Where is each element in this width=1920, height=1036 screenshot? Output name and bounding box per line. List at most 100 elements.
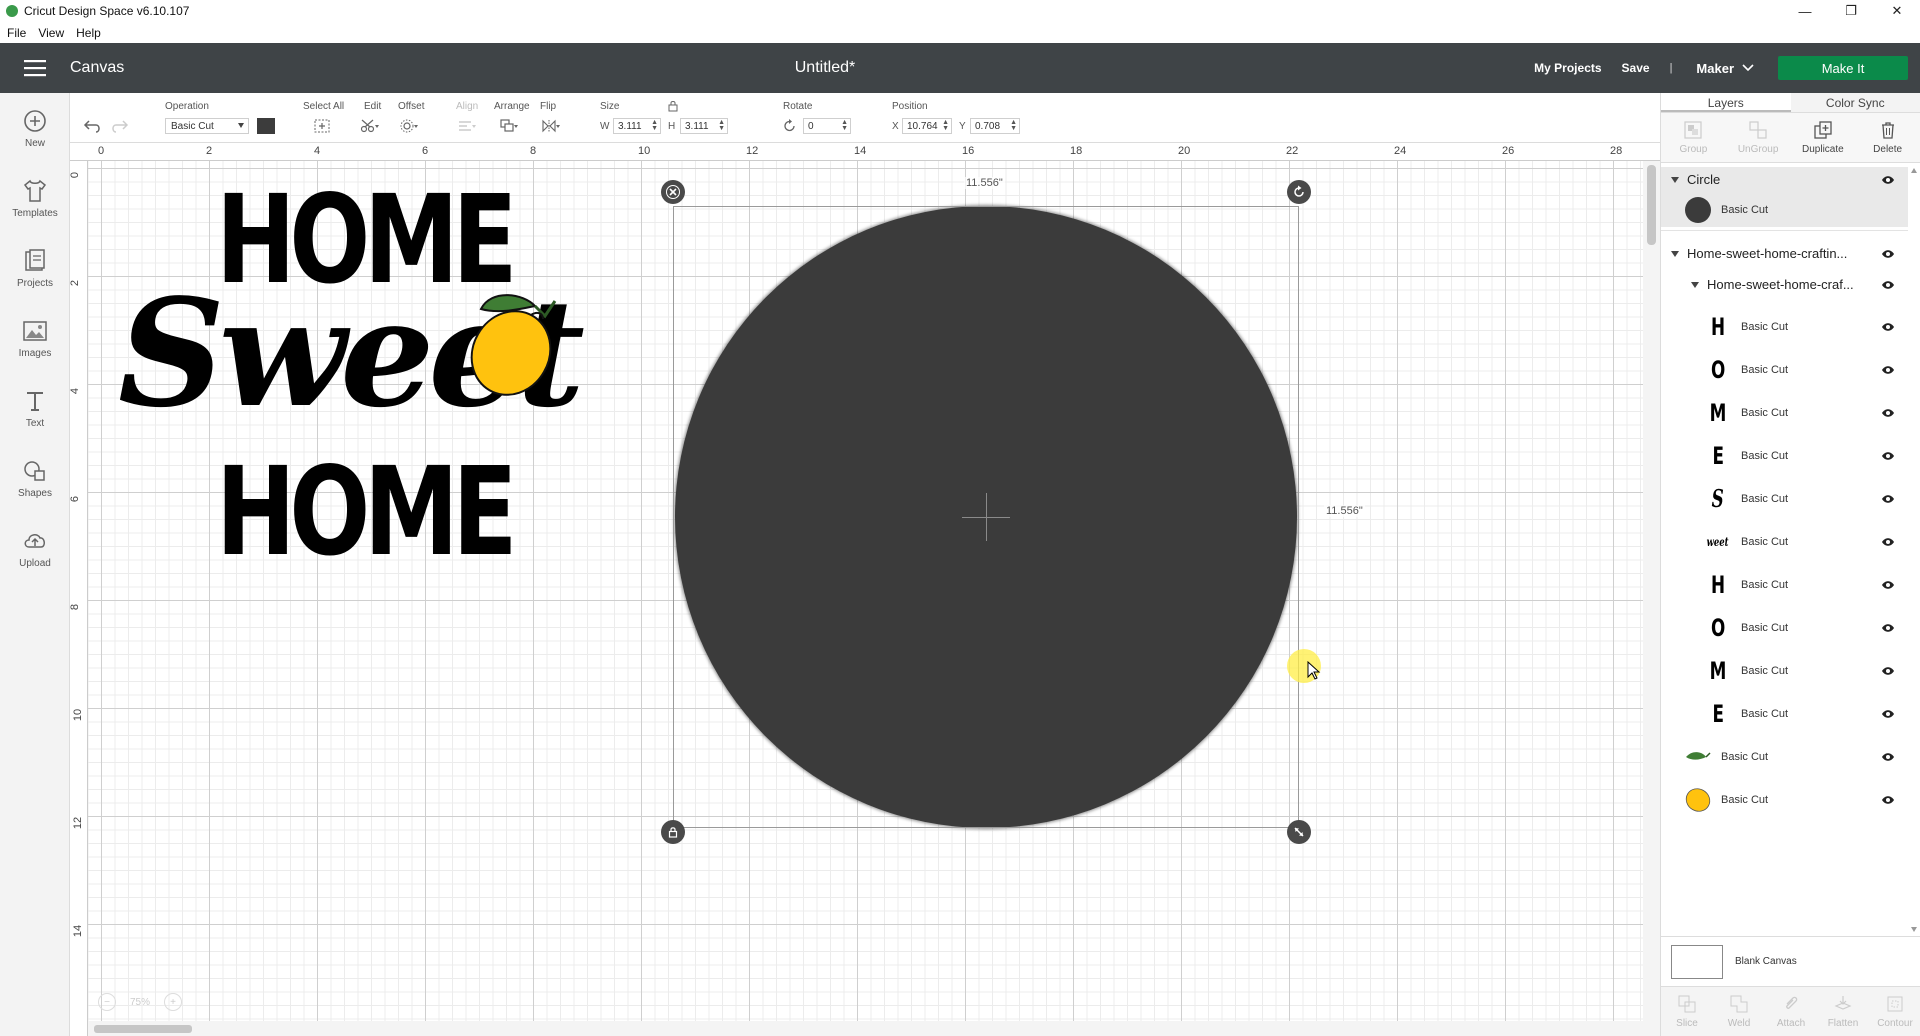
arrange-button[interactable] bbox=[498, 118, 520, 134]
rotate-input[interactable]: 0 ▲ ▼ bbox=[803, 118, 851, 134]
lock-proportions-handle[interactable] bbox=[661, 820, 685, 844]
layer-item-letter[interactable]: H Basic Cut bbox=[1661, 567, 1908, 602]
app-header: Canvas Untitled* My Projects Save | Make… bbox=[0, 43, 1920, 93]
chevron-down-icon bbox=[1742, 64, 1754, 72]
layer-item-letter[interactable]: O Basic Cut bbox=[1661, 352, 1908, 387]
minimize-button[interactable]: — bbox=[1782, 0, 1828, 22]
maximize-button[interactable]: ❐ bbox=[1828, 0, 1874, 22]
layer-group-circle[interactable]: Circle bbox=[1661, 167, 1908, 192]
caret-down-icon[interactable] bbox=[1691, 281, 1699, 288]
resize-handle[interactable] bbox=[1287, 820, 1311, 844]
duplicate-button[interactable]: Duplicate bbox=[1791, 113, 1856, 162]
caret-down-icon[interactable] bbox=[1671, 250, 1679, 257]
layer-operation: Basic Cut bbox=[1721, 793, 1769, 806]
plus-circle-icon bbox=[24, 110, 46, 132]
menu-view[interactable]: View bbox=[38, 26, 64, 40]
layer-item-leaf[interactable]: Basic Cut bbox=[1661, 739, 1908, 774]
ruler-tick-label: 6 bbox=[422, 145, 429, 157]
layer-item-letter[interactable]: O Basic Cut bbox=[1661, 610, 1908, 645]
rail-images[interactable]: Images bbox=[0, 303, 70, 373]
lemon-icon bbox=[1685, 787, 1711, 812]
rotate-handle[interactable] bbox=[1287, 180, 1311, 204]
rail-projects[interactable]: Projects bbox=[0, 233, 70, 303]
layer-subgroup-home-sweet-home[interactable]: Home-sweet-home-craf... bbox=[1661, 272, 1908, 297]
attach-button: Attach bbox=[1765, 987, 1817, 1036]
eye-icon[interactable] bbox=[1881, 365, 1895, 375]
layer-item-letter[interactable]: S Basic Cut bbox=[1661, 481, 1908, 516]
my-projects-link[interactable]: My Projects bbox=[1534, 61, 1601, 75]
scroll-thumb[interactable] bbox=[94, 1025, 192, 1033]
caret-down-icon[interactable] bbox=[1671, 176, 1679, 183]
operation-color-swatch[interactable] bbox=[257, 118, 275, 134]
delete-button[interactable]: Delete bbox=[1855, 113, 1920, 162]
layers-scrollbar[interactable] bbox=[1908, 164, 1920, 936]
eye-icon[interactable] bbox=[1881, 408, 1895, 418]
design-canvas[interactable]: HOME Sweet HOME 11.556" 11.556" − 75% + bbox=[88, 161, 1643, 1021]
eye-icon[interactable] bbox=[1881, 494, 1895, 504]
lock-icon[interactable] bbox=[667, 100, 679, 112]
edit-button[interactable] bbox=[358, 118, 380, 134]
close-window-button[interactable]: ✕ bbox=[1874, 0, 1920, 22]
layer-operation: Basic Cut bbox=[1741, 664, 1789, 677]
eye-icon[interactable] bbox=[1881, 666, 1895, 676]
make-it-button[interactable]: Make It bbox=[1778, 56, 1908, 80]
eye-icon[interactable] bbox=[1881, 537, 1895, 547]
y-position-input[interactable]: 0.708 ▲ ▼ bbox=[970, 118, 1020, 134]
lemon-image[interactable] bbox=[463, 271, 573, 396]
height-input[interactable]: 3.111 ▲ ▼ bbox=[680, 118, 728, 134]
ruler-tick-label: 8 bbox=[530, 145, 537, 157]
design-text-home-bottom[interactable]: HOME bbox=[216, 451, 518, 573]
menu-file[interactable]: File bbox=[7, 26, 26, 40]
spinner-icon: ▲ ▼ bbox=[651, 119, 658, 132]
menu-help[interactable]: Help bbox=[76, 26, 101, 40]
zoom-in-button[interactable]: + bbox=[164, 993, 183, 1011]
offset-button[interactable] bbox=[398, 118, 420, 134]
rail-upload[interactable]: Upload bbox=[0, 513, 70, 583]
eye-icon[interactable] bbox=[1881, 623, 1895, 633]
eye-icon[interactable] bbox=[1881, 752, 1895, 762]
undo-button[interactable] bbox=[82, 118, 104, 134]
layer-item-letter[interactable]: E Basic Cut bbox=[1661, 438, 1908, 473]
x-position-input[interactable]: 10.764 ▲ ▼ bbox=[902, 118, 952, 134]
scroll-up-icon[interactable] bbox=[1911, 168, 1917, 173]
layer-item-letter[interactable]: E Basic Cut bbox=[1661, 696, 1908, 731]
document-title: Untitled* bbox=[794, 59, 856, 76]
rail-shapes[interactable]: Shapes bbox=[0, 443, 70, 513]
eye-icon[interactable] bbox=[1881, 580, 1895, 590]
contour-label: Contour bbox=[1877, 1018, 1913, 1029]
layer-item-letter[interactable]: weet Basic Cut bbox=[1661, 524, 1908, 559]
caret-down-icon bbox=[238, 123, 244, 128]
delete-handle[interactable] bbox=[661, 180, 685, 204]
save-link[interactable]: Save bbox=[1622, 61, 1650, 75]
scroll-thumb[interactable] bbox=[1647, 165, 1656, 245]
tab-layers[interactable]: Layers bbox=[1661, 93, 1791, 112]
layer-item-circle[interactable]: Basic Cut bbox=[1661, 192, 1908, 227]
layer-group-home-sweet-home[interactable]: Home-sweet-home-craftin... bbox=[1661, 241, 1908, 266]
tab-color-sync[interactable]: Color Sync bbox=[1791, 93, 1920, 112]
eye-icon[interactable] bbox=[1881, 451, 1895, 461]
canvas-vertical-scrollbar[interactable] bbox=[1643, 161, 1660, 1036]
eye-icon[interactable] bbox=[1881, 249, 1895, 259]
rail-text[interactable]: Text bbox=[0, 373, 70, 443]
zoom-out-button[interactable]: − bbox=[98, 993, 116, 1011]
rail-new[interactable]: New bbox=[0, 93, 70, 163]
layer-item-lemon[interactable]: Basic Cut bbox=[1661, 782, 1908, 817]
eye-icon[interactable] bbox=[1881, 322, 1895, 332]
eye-icon[interactable] bbox=[1881, 280, 1895, 290]
machine-selector[interactable]: Maker bbox=[1696, 61, 1754, 76]
blank-canvas-row[interactable]: Blank Canvas bbox=[1661, 936, 1920, 986]
eye-icon[interactable] bbox=[1881, 795, 1895, 805]
scroll-down-icon[interactable] bbox=[1911, 927, 1917, 932]
layer-item-letter[interactable]: H Basic Cut bbox=[1661, 309, 1908, 344]
rail-templates[interactable]: Templates bbox=[0, 163, 70, 233]
eye-icon[interactable] bbox=[1881, 709, 1895, 719]
flip-button[interactable] bbox=[540, 118, 562, 134]
operation-select[interactable]: Basic Cut bbox=[165, 118, 249, 134]
layer-item-letter[interactable]: M Basic Cut bbox=[1661, 653, 1908, 688]
eye-icon[interactable] bbox=[1881, 175, 1895, 185]
trash-icon bbox=[1881, 122, 1894, 139]
layer-item-letter[interactable]: M Basic Cut bbox=[1661, 395, 1908, 430]
width-input[interactable]: 3.111 ▲ ▼ bbox=[613, 118, 661, 134]
select-all-button[interactable] bbox=[311, 118, 333, 134]
canvas-horizontal-scrollbar[interactable] bbox=[88, 1021, 1643, 1036]
